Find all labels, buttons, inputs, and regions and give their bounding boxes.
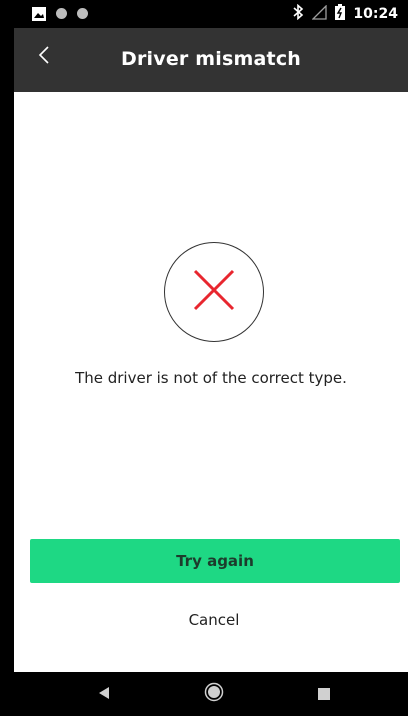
app-header: Driver mismatch [14, 28, 408, 92]
status-right-icons: 10:24 [292, 3, 398, 24]
phone-screen: 10:24 Driver mismatch The driver is not … [14, 0, 408, 716]
signal-icon [311, 3, 328, 24]
nav-recent-icon [318, 685, 330, 704]
try-again-button[interactable]: Try again [30, 539, 400, 583]
nav-back-icon [98, 685, 110, 704]
nav-home-button[interactable] [194, 682, 234, 706]
status-bar: 10:24 [14, 0, 408, 28]
cancel-button[interactable]: Cancel [154, 605, 274, 635]
nav-recent-button[interactable] [304, 682, 344, 706]
status-time: 10:24 [353, 6, 398, 22]
main-content: The driver is not of the correct type. T… [14, 92, 408, 672]
status-left-icons [32, 6, 88, 21]
notification-dot-icon [56, 7, 67, 19]
bluetooth-icon [292, 3, 304, 24]
battery-icon [335, 4, 346, 24]
nav-back-button[interactable] [84, 682, 124, 706]
error-status-circle [164, 242, 264, 342]
navigation-bar [14, 672, 408, 716]
notification-dot-icon [77, 7, 88, 19]
error-message: The driver is not of the correct type. [75, 369, 347, 387]
error-x-icon [191, 267, 237, 317]
gallery-icon [32, 6, 46, 21]
nav-home-icon [204, 682, 224, 706]
page-title: Driver mismatch [120, 48, 302, 70]
